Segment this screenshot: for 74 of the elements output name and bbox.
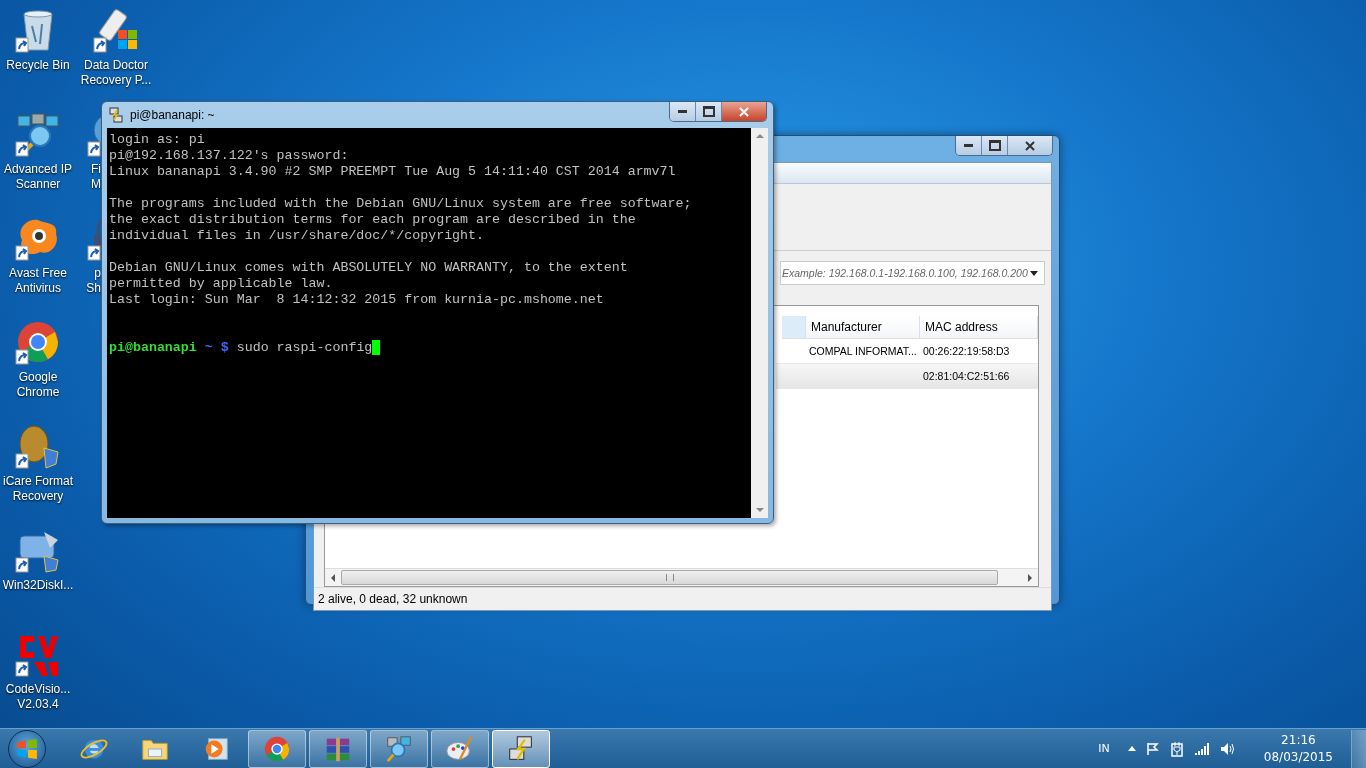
icon-label: Recycle Bin	[6, 58, 70, 73]
network-computers-icon[interactable]	[14, 110, 62, 158]
scroll-right-icon[interactable]	[1028, 573, 1032, 582]
icon-label: Fi	[91, 162, 101, 177]
icon-label: Recovery P...	[80, 73, 152, 88]
icon-label: Recovery	[12, 489, 64, 504]
terminal-line: login as: pi	[109, 132, 205, 147]
window-title: pi@bananapi: ~	[130, 108, 215, 122]
table-cell: 00:26:22:19:58:D3	[923, 345, 1010, 357]
table-row[interactable]: 02:81:04:C2:51:66	[776, 364, 1038, 389]
icon-label: iCare Format	[3, 474, 73, 489]
maximize-button[interactable]	[982, 136, 1008, 155]
text-cursor	[372, 340, 381, 355]
column-header[interactable]: MAC address	[920, 316, 1038, 338]
table-cell: COMPAL INFORMAT...	[809, 345, 917, 357]
show-hidden-icons-icon[interactable]	[1127, 746, 1136, 751]
terminal-line: pi@192.168.137.122's password:	[109, 148, 349, 163]
terminal-line: individual files in /usr/share/doc/*/copyright.	[109, 228, 485, 243]
usb-drive-icon[interactable]	[92, 6, 140, 54]
start-button[interactable]	[8, 729, 46, 768]
language-indicator[interactable]: IN	[1098, 742, 1110, 755]
close-icon	[1025, 140, 1035, 151]
horizontal-scrollbar[interactable]	[325, 568, 1038, 586]
power-plug-icon[interactable]	[1169, 740, 1184, 757]
network-computers-icon	[384, 733, 414, 764]
vertical-scrollbar[interactable]	[751, 128, 768, 518]
icon-label: Google	[18, 370, 58, 385]
icon-label: Chrome	[16, 385, 60, 400]
windows-logo-icon	[16, 737, 38, 760]
minimize-button[interactable]	[670, 102, 696, 121]
icon-label: V2.03.4	[17, 697, 59, 712]
terminal-line: Last login: Sun Mar 8 14:12:32 2015 from kurnia-pc.mshome.net	[109, 292, 604, 307]
typed-command: sudo raspi-config	[236, 340, 373, 355]
clock[interactable]: 21:16 08/03/2015	[1255, 731, 1341, 766]
icon-label: p	[94, 266, 101, 281]
barrel-shield-icon[interactable]	[14, 422, 62, 470]
icon-label: Win32DiskI...	[2, 578, 74, 593]
icon-label: CodeVisio...	[5, 682, 71, 697]
terminal-line: the exact distribution terms for each program are described in the	[109, 212, 636, 227]
prompt-path: ~ $	[204, 340, 229, 355]
taskbar-button[interactable]	[248, 729, 306, 768]
terminal-line: The programs included with the Debian GNU/Linux system are free software;	[109, 196, 692, 211]
status-text: 2 alive, 0 dead, 32 unknown	[318, 592, 468, 606]
icon-label: Advanced IP	[3, 162, 72, 177]
scroll-left-icon[interactable]	[331, 573, 335, 582]
speaker-icon[interactable]	[1219, 741, 1236, 756]
signal-bars-icon[interactable]	[1193, 742, 1210, 755]
terminal-line: Linux bananapi 3.4.90 #2 SMP PREEMPT Tue Aug 5 14:11:40 CST 2014 armv7l	[109, 164, 676, 179]
putty-icon	[108, 107, 124, 123]
taskbar-button[interactable]	[492, 729, 550, 768]
icon-label: Sh	[86, 281, 101, 296]
table-cell: 02:81:04:C2:51:66	[923, 370, 1010, 382]
flag-icon[interactable]	[1145, 741, 1160, 756]
terminal-line: permitted by applicable law.	[109, 276, 333, 291]
icon-label: Antivirus	[15, 281, 61, 296]
taskbar-button[interactable]	[370, 729, 428, 768]
close-button[interactable]	[722, 102, 766, 121]
scroll-down-icon[interactable]	[755, 508, 764, 512]
dropdown-arrow-icon[interactable]	[1030, 270, 1038, 276]
maximize-button[interactable]	[696, 102, 722, 121]
close-icon	[739, 106, 749, 117]
column-header[interactable]: Manufacturer	[806, 316, 920, 338]
minimize-button[interactable]	[956, 136, 982, 155]
close-button[interactable]	[1008, 136, 1052, 155]
terminal-line: Debian GNU/Linux comes with ABSOLUTELY NO WARRANTY, to the extent	[109, 260, 628, 275]
taskbar-button[interactable]	[309, 729, 367, 768]
icon-label: M	[91, 177, 101, 192]
ip-range-field[interactable]: Example: 192.168.0.1-192.168.0.100, 192.168.0.200	[780, 261, 1045, 285]
icon-label: Avast Free	[9, 266, 67, 281]
scroll-up-icon[interactable]	[755, 134, 764, 138]
prompt-user: pi@bananapi	[109, 340, 197, 355]
taskbar-button[interactable]	[431, 729, 489, 768]
icon-label: Data Doctor	[84, 58, 148, 73]
icon-label: Scanner	[15, 177, 61, 192]
